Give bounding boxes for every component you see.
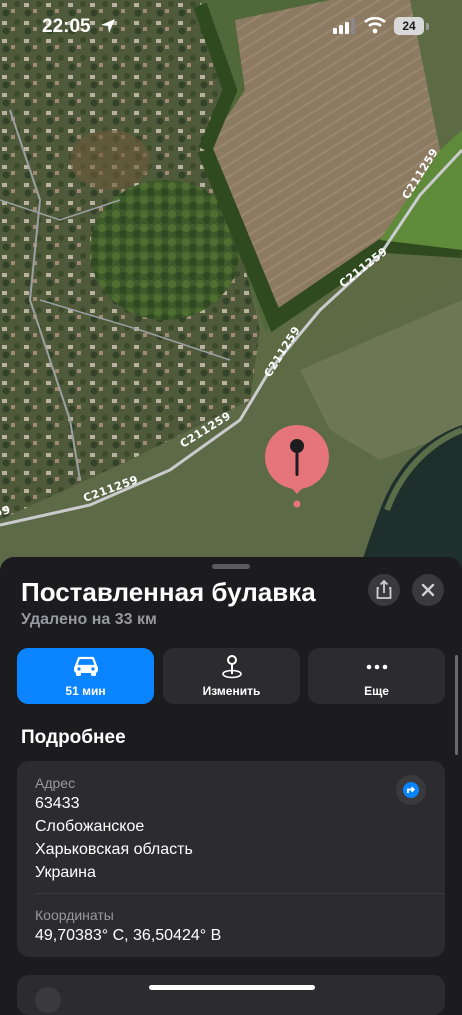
edit-pin-button[interactable]: Изменить: [163, 648, 300, 704]
more-button[interactable]: Еще: [308, 648, 445, 704]
place-title: Поставленная булавка: [21, 577, 316, 607]
address-line[interactable]: Харьковская область: [35, 841, 193, 859]
details-heading: Подробнее: [21, 727, 126, 748]
section-icon: [35, 987, 61, 1013]
dropped-pin-icon[interactable]: [264, 424, 330, 508]
satellite-map[interactable]: C211259 C211259 C211259 C211259 C211259 …: [0, 0, 462, 580]
address-directions-button[interactable]: [396, 775, 426, 805]
address-line[interactable]: Украина: [35, 864, 96, 882]
more-label: Еще: [364, 684, 389, 698]
drive-time-label: 51 мин: [65, 684, 106, 698]
cellular-signal-icon: [333, 18, 355, 34]
coordinates-value[interactable]: 49,70383° С, 36,50424° В: [35, 927, 221, 945]
edit-label: Изменить: [202, 684, 261, 698]
share-icon: [376, 579, 392, 599]
divider: [35, 893, 445, 894]
ellipsis-icon: [366, 664, 387, 670]
scroll-indicator: [455, 655, 458, 755]
clock: 22:05: [42, 16, 91, 37]
directions-drive-button[interactable]: 51 мин: [17, 648, 154, 704]
wifi-icon: [364, 16, 386, 34]
home-indicator[interactable]: [149, 985, 315, 990]
distance-text: Удалено на 33 км: [21, 611, 157, 628]
status-bar: 22:05 24: [0, 0, 462, 54]
place-sheet: Поставленная булавка Удалено на 33 км 51…: [0, 557, 462, 1015]
car-icon: [73, 656, 98, 676]
location-arrow-icon: [101, 19, 115, 33]
pin-edit-icon: [221, 655, 242, 679]
close-button[interactable]: [412, 574, 444, 606]
battery-tip: [426, 23, 429, 30]
details-card: Адрес 63433 Слобожанское Харьковская обл…: [17, 761, 445, 957]
address-line[interactable]: 63433: [35, 795, 80, 813]
coordinates-label: Координаты: [35, 907, 114, 923]
address-line[interactable]: Слобожанское: [35, 818, 144, 836]
next-section-card[interactable]: [17, 975, 445, 1015]
close-icon: [421, 583, 435, 597]
directions-arrow-icon: [403, 782, 419, 798]
share-button[interactable]: [368, 574, 400, 606]
battery-icon: 24: [394, 17, 424, 35]
sheet-grabber[interactable]: [212, 564, 250, 569]
address-label: Адрес: [35, 775, 76, 791]
